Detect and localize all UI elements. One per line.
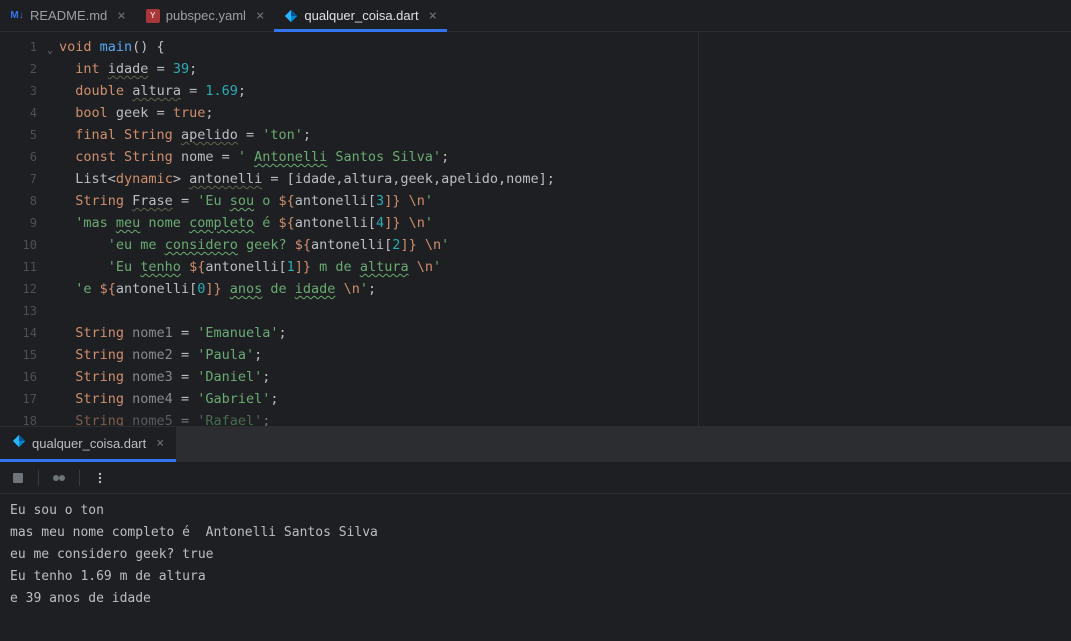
line-gutter: 1⌄ 2 3 4 5 6 7 8 9 10 11 12 13 14 15 16 …	[0, 32, 55, 426]
code-line: 'eu me considero geek? ${antonelli[2]} \…	[55, 234, 1071, 256]
run-panel: qualquer_coisa.dart × Eu sou o ton mas m…	[0, 426, 1071, 641]
run-tabs-bar: qualquer_coisa.dart ×	[0, 427, 1071, 462]
editor-tabs-bar: M↓ README.md × Y pubspec.yaml × qualquer…	[0, 0, 1071, 32]
stop-button[interactable]	[8, 468, 28, 488]
run-tab[interactable]: qualquer_coisa.dart ×	[0, 427, 176, 462]
run-tab-label: qualquer_coisa.dart	[32, 436, 146, 451]
code-line: String nome2 = 'Paula';	[55, 344, 1071, 366]
code-line: String Frase = 'Eu sou o ${antonelli[3]}…	[55, 190, 1071, 212]
close-icon[interactable]: ×	[117, 8, 125, 24]
tab-qualquer-coisa[interactable]: qualquer_coisa.dart ×	[274, 0, 447, 31]
tab-label: pubspec.yaml	[166, 8, 246, 23]
code-line: String nome5 = 'Rafael';	[55, 410, 1071, 426]
dart-icon	[12, 434, 26, 452]
structure-button[interactable]	[49, 468, 69, 488]
code-editor[interactable]: 1⌄ 2 3 4 5 6 7 8 9 10 11 12 13 14 15 16 …	[0, 32, 1071, 426]
separator	[79, 470, 80, 486]
code-line: int idade = 39;	[55, 58, 1071, 80]
code-line: bool geek = true;	[55, 102, 1071, 124]
code-line: String nome4 = 'Gabriel';	[55, 388, 1071, 410]
console-toolbar	[0, 462, 1071, 494]
code-line: void main() {	[55, 36, 1071, 58]
code-line	[55, 300, 1071, 322]
code-line: 'Eu tenho ${antonelli[1]} m de altura \n…	[55, 256, 1071, 278]
console-output[interactable]: Eu sou o ton mas meu nome completo é Ant…	[0, 494, 1071, 641]
code-line: String nome3 = 'Daniel';	[55, 366, 1071, 388]
code-line: 'e ${antonelli[0]} anos de idade \n';	[55, 278, 1071, 300]
more-button[interactable]	[90, 468, 110, 488]
close-icon[interactable]: ×	[256, 8, 264, 24]
tab-pubspec[interactable]: Y pubspec.yaml ×	[136, 0, 275, 31]
code-line: String nome1 = 'Emanuela';	[55, 322, 1071, 344]
tab-label: qualquer_coisa.dart	[304, 8, 418, 23]
code-line: 'mas meu nome completo é ${antonelli[4]}…	[55, 212, 1071, 234]
code-line: List<dynamic> antonelli = [idade,altura,…	[55, 168, 1071, 190]
ruler-line	[698, 32, 699, 426]
separator	[38, 470, 39, 486]
tab-readme[interactable]: M↓ README.md ×	[0, 0, 136, 31]
markdown-icon: M↓	[10, 9, 24, 23]
code-line: final String apelido = 'ton';	[55, 124, 1071, 146]
close-icon[interactable]: ×	[429, 8, 437, 24]
dart-icon	[284, 9, 298, 23]
code-line: const String nome = ' Antonelli Santos S…	[55, 146, 1071, 168]
code-line: double altura = 1.69;	[55, 80, 1071, 102]
tab-label: README.md	[30, 8, 107, 23]
yaml-icon: Y	[146, 9, 160, 23]
close-icon[interactable]: ×	[156, 436, 164, 451]
code-content[interactable]: void main() { int idade = 39; double alt…	[55, 32, 1071, 426]
